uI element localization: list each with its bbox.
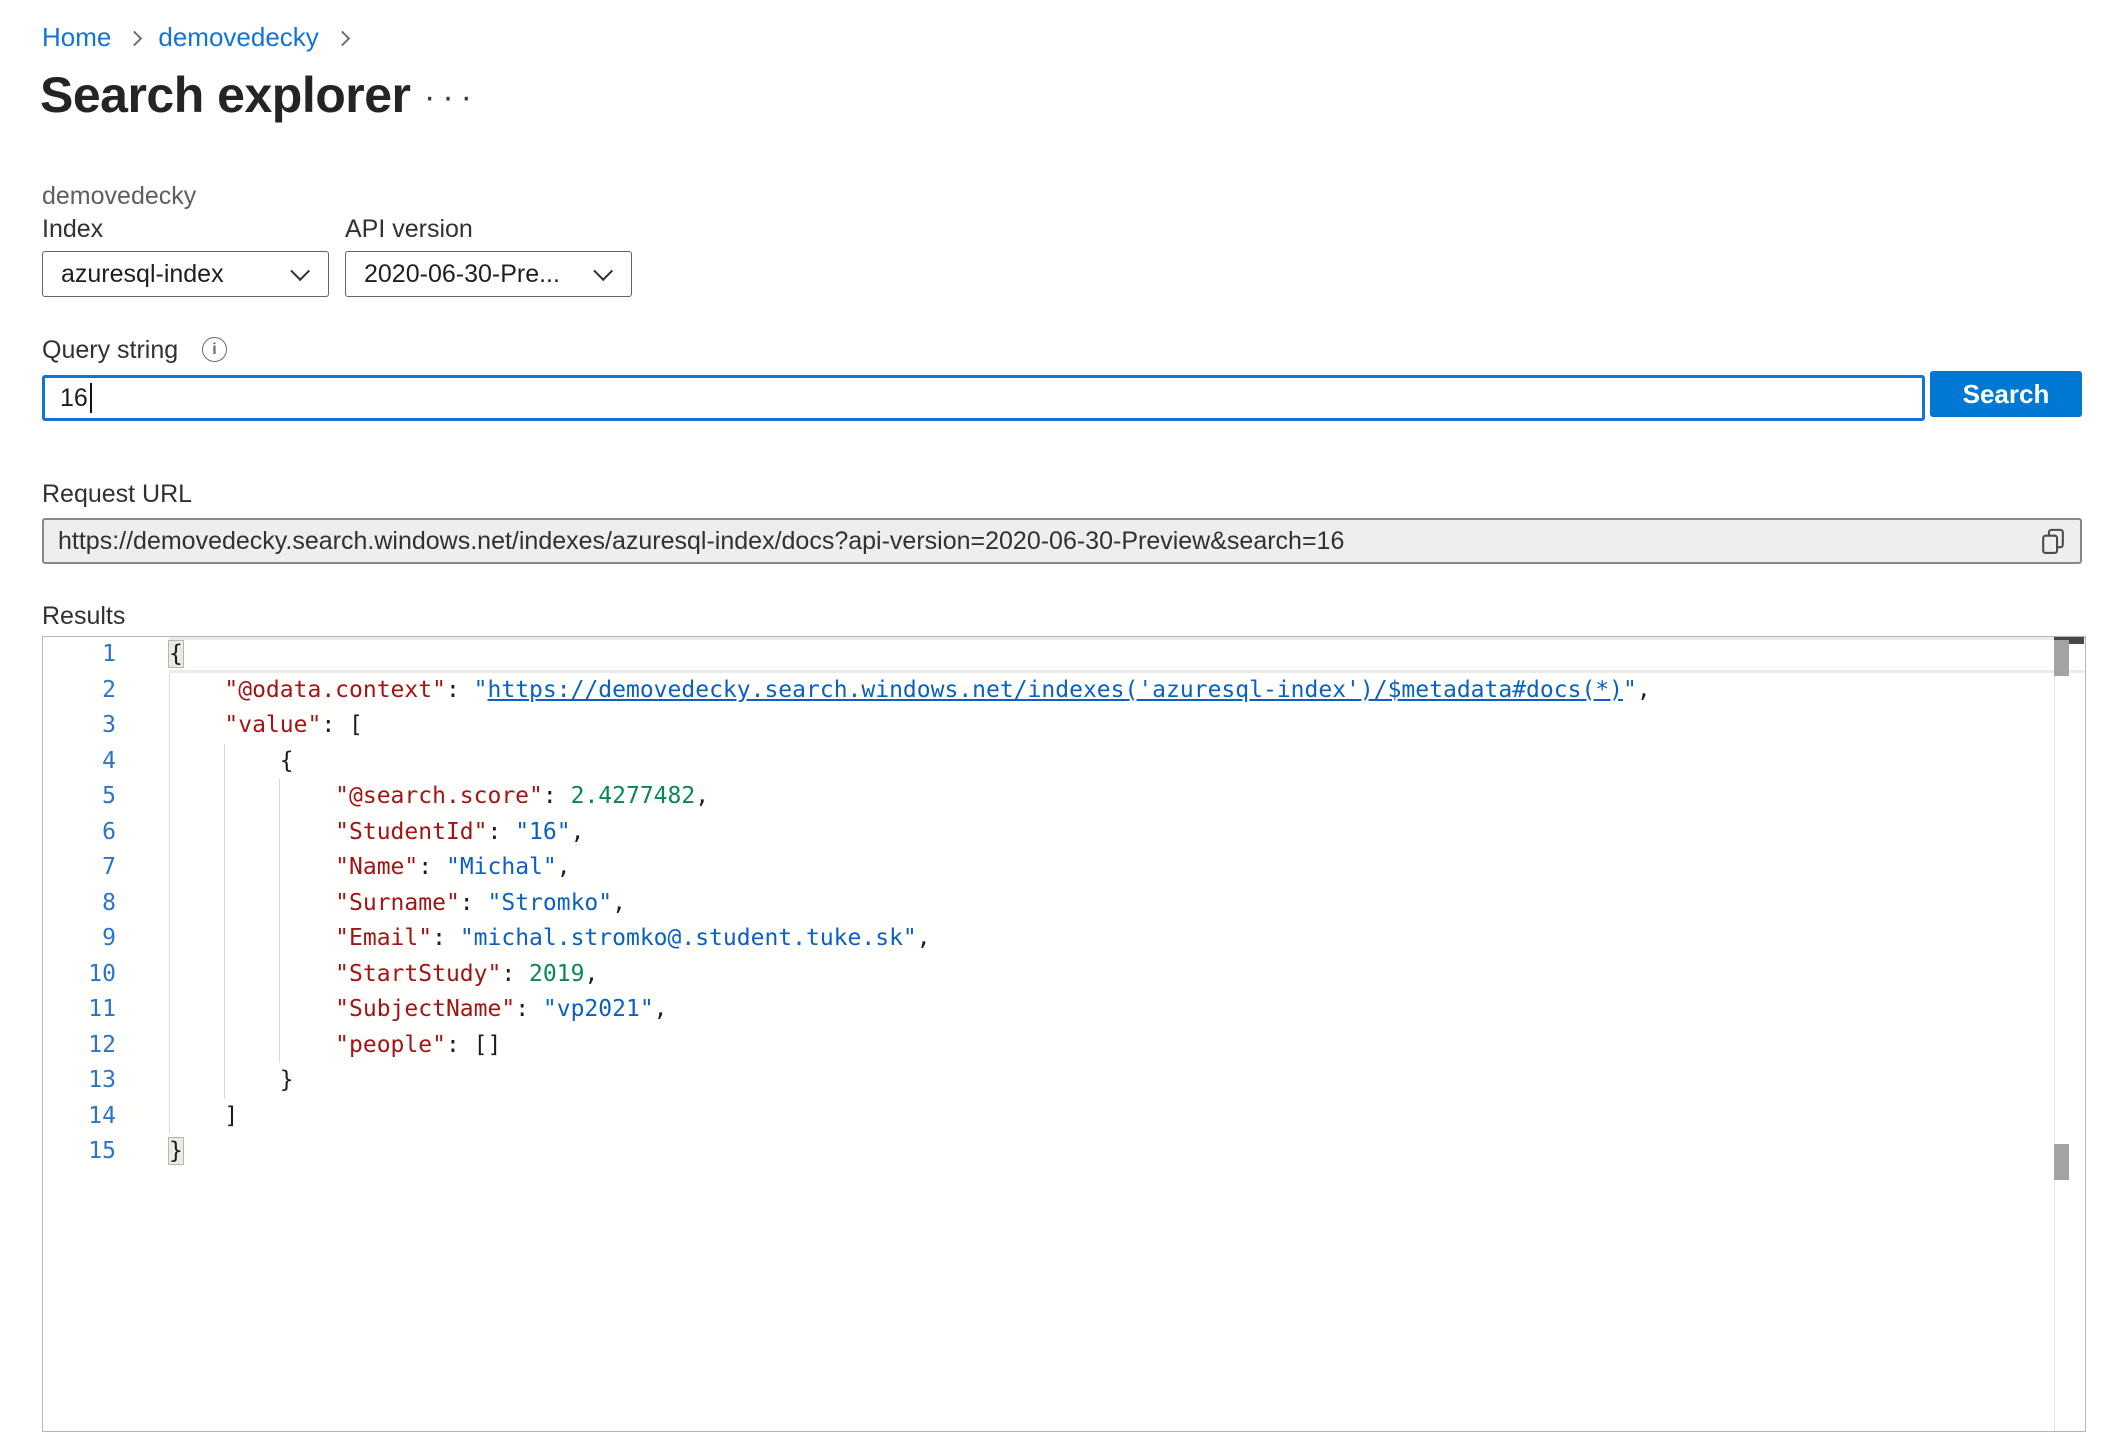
line-number: 3 xyxy=(43,708,169,744)
code-text: "@search.score": 2.4277482, xyxy=(169,779,2085,815)
breadcrumb-link-Home[interactable]: Home xyxy=(42,22,111,53)
code-text: } xyxy=(169,1134,2085,1170)
line-number: 6 xyxy=(43,815,169,851)
text-caret xyxy=(90,383,92,413)
chevron-right-icon xyxy=(335,31,351,47)
request-url-field[interactable]: https://demovedecky.search.windows.net/i… xyxy=(42,518,2082,564)
code-line-9: 9 "Email": "michal.stromko@.student.tuke… xyxy=(43,921,2085,957)
code-line-10: 10 "StartStudy": 2019, xyxy=(43,957,2085,993)
query-input-value: 16 xyxy=(60,384,88,413)
code-text: { xyxy=(169,744,2085,780)
code-text: ] xyxy=(169,1099,2085,1135)
vertical-scrollbar-thumb[interactable] xyxy=(2054,640,2069,676)
index-dropdown[interactable]: azuresql-index xyxy=(42,251,329,297)
code-line-12: 12 "people": [] xyxy=(43,1028,2085,1064)
search-button[interactable]: Search xyxy=(1930,371,2082,417)
chevron-down-icon xyxy=(593,261,613,281)
line-number: 14 xyxy=(43,1099,169,1135)
scrollbar-marker[interactable] xyxy=(2054,1144,2069,1180)
line-number: 12 xyxy=(43,1028,169,1064)
line-number: 2 xyxy=(43,673,169,709)
code-line-15: 15} xyxy=(43,1134,2085,1170)
scrollbar-track xyxy=(2054,637,2055,1431)
line-number: 1 xyxy=(43,637,169,673)
code-text: "@odata.context": "https://demovedecky.s… xyxy=(169,673,2085,709)
code-text: "StartStudy": 2019, xyxy=(169,957,2085,993)
code-text: "people": [] xyxy=(169,1028,2085,1064)
line-number: 8 xyxy=(43,886,169,922)
more-options-button[interactable]: ··· xyxy=(424,78,479,117)
code-text: "Email": "michal.stromko@.student.tuke.s… xyxy=(169,921,2085,957)
code-text: "Name": "Michal", xyxy=(169,850,2085,886)
page-subtitle: demovedecky xyxy=(42,182,196,211)
copy-icon xyxy=(2039,527,2067,557)
line-number: 11 xyxy=(43,992,169,1028)
code-line-7: 7 "Name": "Michal", xyxy=(43,850,2085,886)
code-text: "value": [ xyxy=(169,708,2085,744)
line-number: 10 xyxy=(43,957,169,993)
page-title: Search explorer xyxy=(40,66,410,124)
code-line-14: 14 ] xyxy=(43,1099,2085,1135)
index-dropdown-value: azuresql-index xyxy=(61,260,224,289)
code-line-11: 11 "SubjectName": "vp2021", xyxy=(43,992,2085,1028)
query-input[interactable]: 16 xyxy=(42,375,1925,421)
code-line-3: 3 "value": [ xyxy=(43,708,2085,744)
request-url-value: https://demovedecky.search.windows.net/i… xyxy=(58,527,1344,556)
breadcrumb: Home demovedecky xyxy=(42,22,366,53)
api-version-label: API version xyxy=(345,215,473,244)
info-circle-icon[interactable]: i xyxy=(202,337,227,362)
ellipsis-icon: ··· xyxy=(424,78,479,116)
line-number: 13 xyxy=(43,1063,169,1099)
code-line-4: 4 { xyxy=(43,744,2085,780)
code-line-13: 13 } xyxy=(43,1063,2085,1099)
line-number: 15 xyxy=(43,1134,169,1170)
chevron-down-icon xyxy=(290,261,310,281)
code-line-1: 1{ xyxy=(43,637,2085,673)
code-line-2: 2 "@odata.context": "https://demovedecky… xyxy=(43,673,2085,709)
api-version-dropdown-value: 2020-06-30-Pre... xyxy=(364,260,560,289)
code-line-5: 5 "@search.score": 2.4277482, xyxy=(43,779,2085,815)
code-text: { xyxy=(169,637,2085,673)
api-version-dropdown[interactable]: 2020-06-30-Pre... xyxy=(345,251,632,297)
chevron-right-icon xyxy=(127,31,143,47)
query-string-label: Query string xyxy=(42,336,178,365)
index-label: Index xyxy=(42,215,103,244)
line-number: 7 xyxy=(43,850,169,886)
line-number: 5 xyxy=(43,779,169,815)
results-json-editor[interactable]: 1{2 "@odata.context": "https://demovedec… xyxy=(42,636,2086,1432)
json-link[interactable]: https://demovedecky.search.windows.net/i… xyxy=(488,677,1623,703)
code-text: } xyxy=(169,1063,2085,1099)
code-line-8: 8 "Surname": "Stromko", xyxy=(43,886,2085,922)
line-number: 9 xyxy=(43,921,169,957)
code-text: "SubjectName": "vp2021", xyxy=(169,992,2085,1028)
code-text: "StudentId": "16", xyxy=(169,815,2085,851)
copy-button[interactable] xyxy=(2036,525,2070,559)
results-label: Results xyxy=(42,602,125,631)
breadcrumb-link-demovedecky[interactable]: demovedecky xyxy=(158,22,318,53)
search-explorer-page: Home demovedecky Search explorer ··· demo… xyxy=(0,0,2102,1436)
request-url-label: Request URL xyxy=(42,480,192,509)
line-number: 4 xyxy=(43,744,169,780)
code-text: "Surname": "Stromko", xyxy=(169,886,2085,922)
code-line-6: 6 "StudentId": "16", xyxy=(43,815,2085,851)
